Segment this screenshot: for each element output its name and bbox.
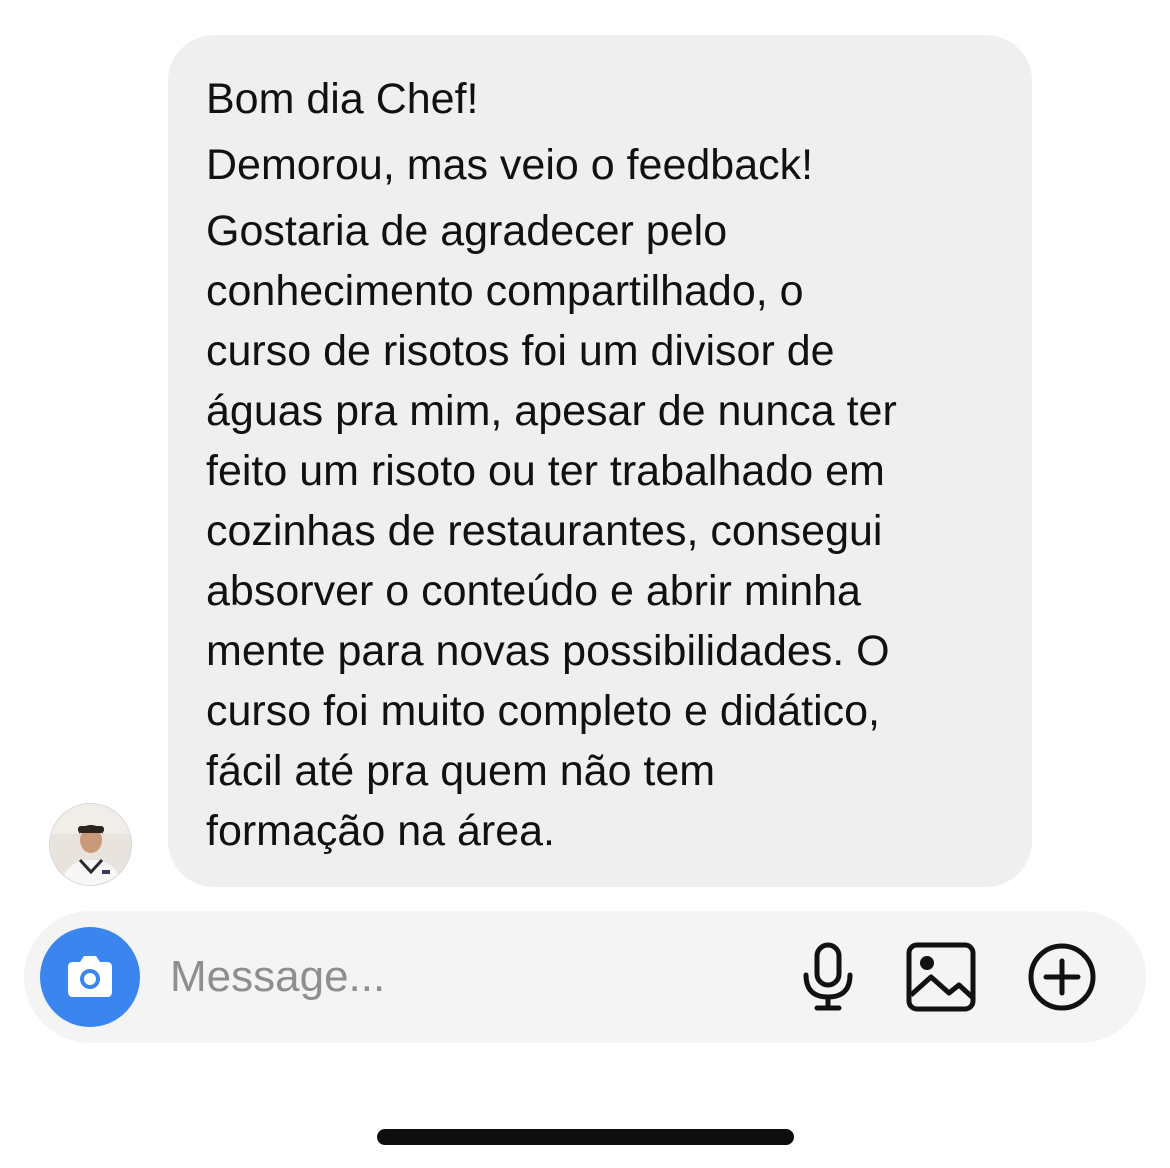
message-composer: Message...: [24, 911, 1146, 1043]
sender-avatar[interactable]: [49, 803, 132, 886]
image-icon: [906, 942, 976, 1012]
microphone-button[interactable]: [792, 941, 864, 1013]
avatar-photo: [50, 804, 131, 885]
message-line: cozinhas de restaurantes, consegui: [206, 507, 883, 555]
camera-icon: [68, 956, 112, 997]
plus-circle-icon: [1028, 943, 1096, 1011]
message-line: curso foi muito completo e didático,: [206, 687, 880, 735]
message-input[interactable]: Message...: [170, 951, 385, 1003]
gallery-button[interactable]: [905, 941, 977, 1013]
message-line: curso de risotos foi um divisor de: [206, 327, 835, 375]
camera-button[interactable]: [40, 927, 140, 1027]
message-line: absorver o conteúdo e abrir minha: [206, 567, 861, 615]
message-line: formação na área.: [206, 807, 555, 855]
message-line: mente para novas possibilidades. O: [206, 627, 890, 675]
message-line: Bom dia Chef!: [206, 75, 479, 123]
add-button[interactable]: [1026, 941, 1098, 1013]
message-line: fácil até pra quem não tem: [206, 747, 716, 795]
home-indicator[interactable]: [377, 1129, 794, 1145]
message-bubble[interactable]: Bom dia Chef! Demorou, mas veio o feedba…: [168, 35, 1032, 887]
message-line: Demorou, mas veio o feedback!: [206, 141, 814, 189]
microphone-icon: [803, 942, 853, 1011]
message-line: águas pra mim, apesar de nunca ter: [206, 387, 897, 435]
message-line: Gostaria de agradecer pelo: [206, 207, 728, 255]
message-line: feito um risoto ou ter trabalhado em: [206, 447, 885, 495]
message-line: conhecimento compartilhado, o: [206, 267, 804, 315]
